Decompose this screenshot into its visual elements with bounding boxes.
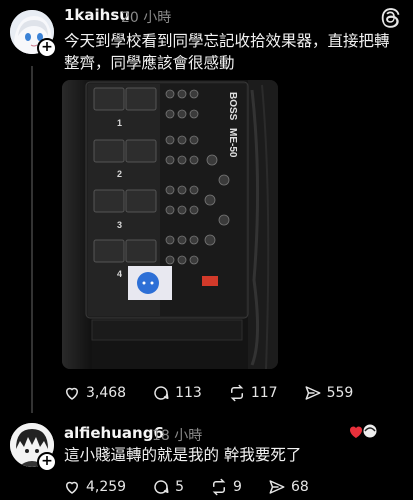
threads-feed: + 1kaihsu 20 小時 今天到學校看到同學忘記收拾效果器，直接把轉整齊，… bbox=[0, 0, 413, 500]
follow-plus-icon[interactable]: + bbox=[37, 452, 57, 472]
pedalboard-photo-illustration: 1 2 3 4 BOSS ME-50 bbox=[62, 80, 278, 369]
model-label: ME-50 bbox=[227, 128, 238, 158]
pedal-number: 4 bbox=[117, 269, 122, 279]
post-time: 20 小時 bbox=[121, 10, 172, 26]
reply-actions: 4,259 5 9 68 bbox=[63, 478, 335, 496]
repost-icon bbox=[230, 384, 244, 402]
repost-count: 9 bbox=[233, 479, 242, 495]
follow-plus-icon[interactable]: + bbox=[37, 38, 57, 58]
like-button[interactable]: 3,468 bbox=[63, 384, 126, 402]
comment-button[interactable]: 113 bbox=[152, 384, 202, 402]
repost-icon bbox=[212, 478, 226, 496]
comment-button[interactable]: 5 bbox=[152, 478, 184, 496]
threads-logo-icon[interactable] bbox=[379, 6, 401, 28]
reply-text: 這小賤逼轉的就是我的 幹我要死了 bbox=[64, 446, 302, 464]
post-time: 18 小時 bbox=[152, 428, 203, 444]
repost-button[interactable]: 117 bbox=[228, 384, 278, 402]
like-button[interactable]: 4,259 bbox=[63, 478, 126, 496]
share-count: 68 bbox=[290, 479, 309, 495]
share-icon bbox=[305, 386, 321, 400]
username[interactable]: alfiehuang6 bbox=[64, 424, 164, 442]
share-button[interactable]: 68 bbox=[268, 478, 309, 496]
post-actions: 3,468 113 117 559 bbox=[63, 384, 379, 402]
thread-connector-line bbox=[31, 66, 33, 413]
share-icon bbox=[269, 480, 285, 494]
like-count: 4,259 bbox=[86, 479, 127, 495]
pedal-number: 3 bbox=[117, 220, 122, 230]
share-count: 559 bbox=[326, 385, 354, 401]
pedal-number: 1 bbox=[117, 118, 122, 128]
like-count: 3,468 bbox=[86, 385, 127, 401]
repost-button[interactable]: 9 bbox=[210, 478, 242, 496]
heart-icon bbox=[65, 387, 79, 400]
repost-count: 117 bbox=[250, 385, 278, 401]
post-photo[interactable]: 1 2 3 4 BOSS ME-50 bbox=[62, 80, 278, 369]
liked-by-author-icon bbox=[349, 423, 378, 439]
share-button[interactable]: 559 bbox=[304, 384, 354, 402]
heart-icon bbox=[65, 481, 79, 494]
brand-label: BOSS bbox=[227, 92, 238, 121]
comment-count: 113 bbox=[175, 385, 202, 401]
comment-icon bbox=[154, 386, 169, 400]
comment-count: 5 bbox=[175, 479, 185, 495]
post-text: 今天到學校看到同學忘記收拾效果器，直接把轉整齊，同學應該會很感動 bbox=[64, 32, 390, 72]
comment-icon bbox=[154, 480, 169, 494]
pedal-number: 2 bbox=[117, 169, 122, 179]
